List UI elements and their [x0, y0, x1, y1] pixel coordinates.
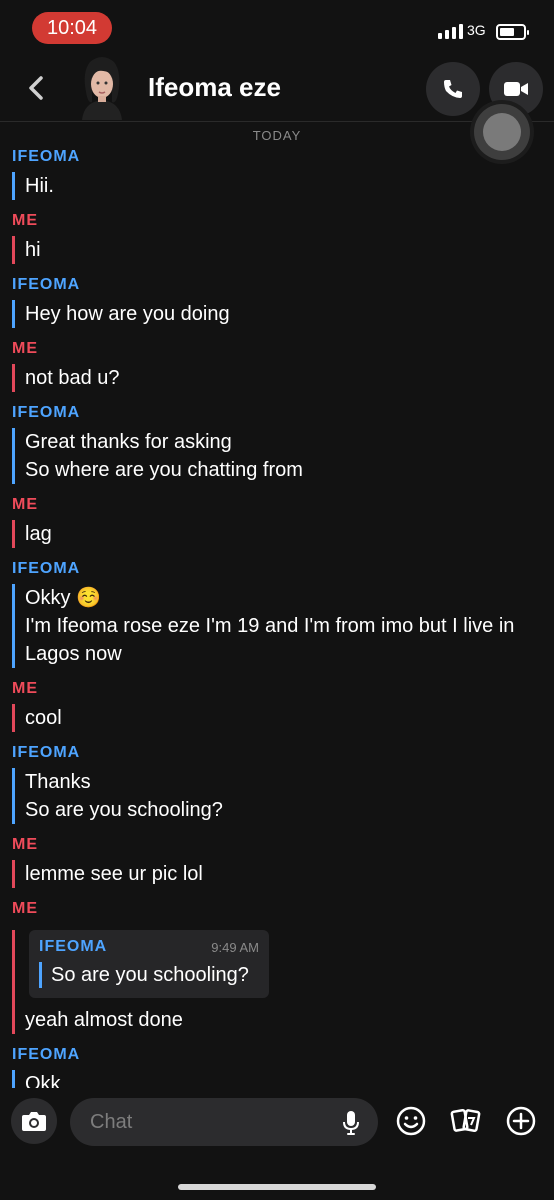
- message-bubble[interactable]: Hii.: [12, 172, 542, 200]
- message-group[interactable]: IFEOMA Thanks So are you schooling?: [0, 738, 554, 824]
- cards-icon[interactable]: [449, 1104, 483, 1138]
- message-bubble[interactable]: lemme see ur pic lol: [12, 860, 542, 888]
- bitmoji-avatar-icon: [82, 57, 122, 120]
- sender-label: ME: [12, 212, 38, 229]
- quoted-text: So are you schooling?: [39, 962, 259, 988]
- message-group[interactable]: IFEOMA Hey how are you doing: [0, 270, 554, 328]
- avatar[interactable]: [72, 52, 132, 120]
- message-text: I'm Ifeoma rose eze I'm 19 and I'm from …: [25, 615, 515, 637]
- message-group[interactable]: ME lemme see ur pic lol: [0, 830, 554, 888]
- voice-call-button[interactable]: [426, 62, 480, 116]
- message-group[interactable]: IFEOMA Okk: [0, 1040, 554, 1088]
- message-bubble[interactable]: Thanks So are you schooling?: [12, 768, 542, 824]
- message-group[interactable]: IFEOMA Okky ☺️ I'm Ifeoma rose eze I'm 1…: [0, 554, 554, 668]
- message-text: Okky ☺️: [25, 587, 102, 609]
- message-bubble[interactable]: Okk: [12, 1070, 542, 1088]
- sender-label: IFEOMA: [12, 404, 81, 421]
- message-text: Okk: [25, 1073, 61, 1088]
- message-bubble[interactable]: cool: [12, 704, 542, 732]
- sender-label: IFEOMA: [12, 1046, 81, 1063]
- message-text: lemme see ur pic lol: [25, 863, 203, 885]
- sender-label: ME: [12, 836, 38, 853]
- camera-icon: [22, 1112, 46, 1131]
- message-text: Thanks: [25, 771, 91, 793]
- message-text: Lagos now: [25, 643, 122, 665]
- home-indicator: [178, 1184, 376, 1190]
- chat-input[interactable]: [90, 1098, 330, 1146]
- message-group[interactable]: ME hi: [0, 206, 554, 264]
- message-group[interactable]: ME IFEOMA 9:49 AM So are you schooling? …: [0, 894, 554, 1034]
- message-group[interactable]: IFEOMA Hii.: [0, 142, 554, 200]
- sender-label: IFEOMA: [12, 276, 81, 293]
- message-bubble[interactable]: Hey how are you doing: [12, 300, 542, 328]
- chat-header: Ifeoma eze: [0, 52, 554, 122]
- phone-icon: [444, 80, 462, 98]
- sender-label: IFEOMA: [12, 148, 81, 165]
- battery-icon: [496, 24, 529, 40]
- signal-icon: [438, 24, 463, 39]
- message-bubble[interactable]: Great thanks for asking So where are you…: [12, 428, 542, 484]
- message-bubble[interactable]: lag: [12, 520, 542, 548]
- message-text: cool: [25, 707, 62, 729]
- quoted-timestamp: 9:49 AM: [211, 940, 259, 955]
- message-text: Great thanks for asking: [25, 431, 232, 453]
- message-text: Hey how are you doing: [25, 303, 230, 325]
- message-bubble[interactable]: Okky ☺️ I'm Ifeoma rose eze I'm 19 and I…: [12, 584, 542, 668]
- status-bar: 10:04 3G: [0, 0, 554, 52]
- message-text: yeah almost done: [25, 1009, 183, 1031]
- quoted-reply[interactable]: IFEOMA 9:49 AM So are you schooling?: [29, 930, 269, 998]
- camera-button[interactable]: [11, 1098, 57, 1144]
- message-group[interactable]: ME lag: [0, 490, 554, 548]
- message-text: Hii.: [25, 175, 54, 197]
- sender-label: ME: [12, 496, 38, 513]
- message-group[interactable]: IFEOMA Great thanks for asking So where …: [0, 398, 554, 484]
- message-text: hi: [25, 239, 41, 261]
- status-time: 10:04: [32, 12, 112, 44]
- message-text: not bad u?: [25, 367, 120, 389]
- sender-label: ME: [12, 900, 38, 917]
- sender-label: IFEOMA: [12, 560, 81, 577]
- chevron-left-icon: [29, 76, 43, 100]
- message-group[interactable]: ME not bad u?: [0, 334, 554, 392]
- sender-label: ME: [12, 680, 38, 697]
- contact-name[interactable]: Ifeoma eze: [148, 72, 281, 103]
- microphone-icon[interactable]: [342, 1110, 360, 1136]
- message-text: So where are you chatting from: [25, 459, 303, 481]
- chat-input-container[interactable]: [70, 1098, 378, 1146]
- message-bubble[interactable]: hi: [12, 236, 542, 264]
- plus-icon[interactable]: [504, 1104, 538, 1138]
- message-text: So are you schooling?: [25, 799, 223, 821]
- back-button[interactable]: [22, 72, 50, 104]
- message-bubble[interactable]: not bad u?: [12, 364, 542, 392]
- sender-label: IFEOMA: [12, 744, 81, 761]
- network-label: 3G: [467, 22, 486, 38]
- video-camera-icon: [504, 82, 528, 96]
- emoji-icon[interactable]: [394, 1104, 428, 1138]
- message-bubble[interactable]: IFEOMA 9:49 AM So are you schooling? yea…: [12, 930, 542, 1034]
- message-text: lag: [25, 523, 52, 545]
- message-list[interactable]: IFEOMA Hii. ME hi IFEOMA Hey how are you…: [0, 140, 554, 1088]
- composer-bar: [0, 1088, 554, 1200]
- message-group[interactable]: ME cool: [0, 674, 554, 732]
- sender-label: ME: [12, 340, 38, 357]
